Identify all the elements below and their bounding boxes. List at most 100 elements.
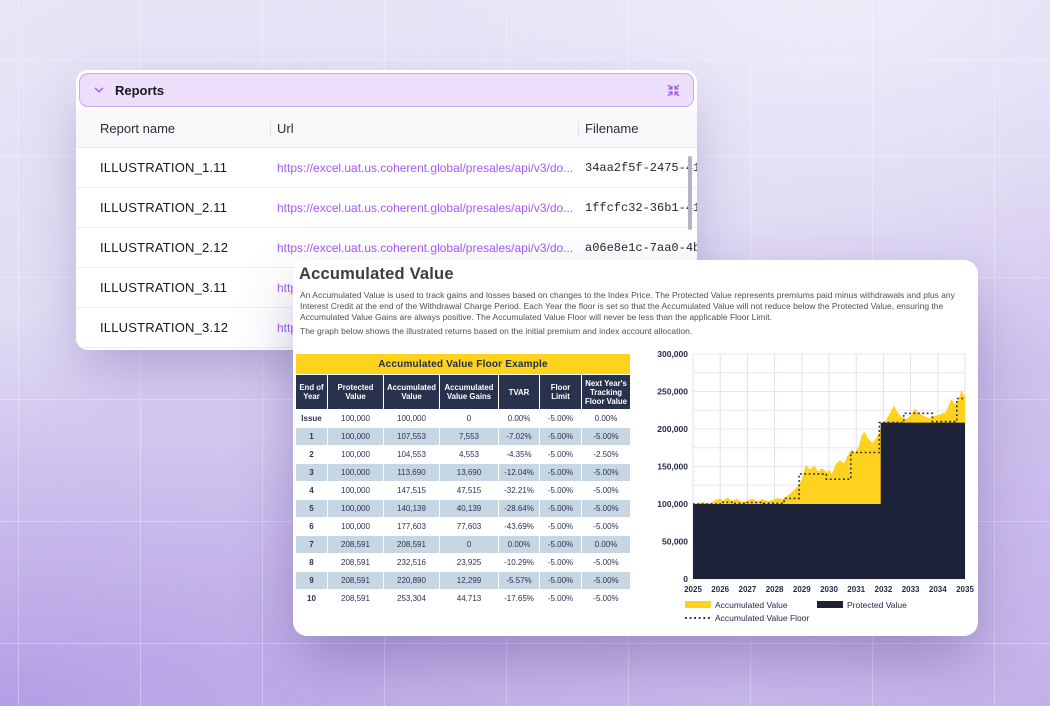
floor-table-header-cell: Accumulated Value Gains <box>440 375 498 409</box>
floor-table-cell: -5.00% <box>582 572 630 589</box>
report-name: ILLUSTRATION_1.11 <box>76 160 277 175</box>
floor-table-cell: 208,591 <box>328 554 383 571</box>
floor-table-cell: -5.00% <box>540 464 581 481</box>
floor-table-cell: 147,515 <box>384 482 439 499</box>
floor-table-cell: -5.00% <box>582 500 630 517</box>
report-name: ILLUSTRATION_3.12 <box>76 320 277 335</box>
floor-table-cell: 208,591 <box>384 536 439 553</box>
floor-table-cell: -5.00% <box>540 482 581 499</box>
column-divider <box>270 121 271 137</box>
floor-table-cell: 7,553 <box>440 428 498 445</box>
floor-table-cell: 100,000 <box>328 464 383 481</box>
floor-table-cell: -5.00% <box>582 518 630 535</box>
document-paragraph: An Accumulated Value is used to track ga… <box>300 290 968 323</box>
floor-table-cell: -5.00% <box>540 410 581 427</box>
floor-table-cell: 100,000 <box>328 428 383 445</box>
floor-table-cell: 0.00% <box>499 536 539 553</box>
floor-table-cell: 9 <box>296 572 327 589</box>
floor-table-cell: -7.02% <box>499 428 539 445</box>
table-row[interactable]: ILLUSTRATION_2.11https://excel.uat.us.co… <box>76 188 697 228</box>
svg-text:2025: 2025 <box>684 585 702 594</box>
floor-table-header-cell: Next Year's Tracking Floor Value <box>582 375 630 409</box>
accumulated-value-chart: 050,000100,000150,000200,000250,000300,0… <box>643 346 975 634</box>
report-filename: a06e8e1c-7aa0-4b3l <box>585 241 697 255</box>
floor-table-cell: -12.04% <box>499 464 539 481</box>
chevron-down-icon[interactable] <box>92 83 106 97</box>
floor-table-cell: -5.00% <box>582 554 630 571</box>
table-row[interactable]: ILLUSTRATION_1.11https://excel.uat.us.co… <box>76 148 697 188</box>
svg-text:2027: 2027 <box>739 585 757 594</box>
svg-text:100,000: 100,000 <box>657 499 688 509</box>
svg-text:300,000: 300,000 <box>657 349 688 359</box>
floor-table-cell: 0 <box>440 410 498 427</box>
floor-table-cell: -5.00% <box>540 518 581 535</box>
collapse-arrows-icon[interactable] <box>666 83 681 98</box>
floor-table-header-cell: Accumulated Value <box>384 375 439 409</box>
floor-table-cell: 104,553 <box>384 446 439 463</box>
svg-text:2033: 2033 <box>902 585 920 594</box>
svg-text:2030: 2030 <box>820 585 838 594</box>
floor-table-cell: -5.00% <box>540 446 581 463</box>
reports-panel-header[interactable]: Reports <box>79 73 694 107</box>
floor-table-cell: 177,603 <box>384 518 439 535</box>
floor-table-cell: 100,000 <box>328 410 383 427</box>
floor-table-cell: -43.69% <box>499 518 539 535</box>
floor-table-cell: -5.00% <box>540 428 581 445</box>
document-title: Accumulated Value <box>299 265 454 284</box>
floor-table-cell: 232,516 <box>384 554 439 571</box>
report-name: ILLUSTRATION_2.11 <box>76 200 277 215</box>
floor-table-cell: 4 <box>296 482 327 499</box>
floor-table-cell: 100,000 <box>328 482 383 499</box>
floor-table-cell: -5.57% <box>499 572 539 589</box>
floor-table-cell: 47,515 <box>440 482 498 499</box>
report-url-link[interactable]: https://excel.uat.us.coherent.global/pre… <box>277 241 585 255</box>
floor-table-cell: 100,000 <box>328 446 383 463</box>
floor-table-cell: -2.50% <box>582 446 630 463</box>
floor-table-cell: -17.65% <box>499 590 539 607</box>
floor-table-cell: 44,713 <box>440 590 498 607</box>
report-name: ILLUSTRATION_2.12 <box>76 240 277 255</box>
floor-table-cell: 12,299 <box>440 572 498 589</box>
report-url-link[interactable]: https://excel.uat.us.coherent.global/pre… <box>277 161 585 175</box>
floor-table-cell: -5.00% <box>540 500 581 517</box>
floor-table-cell: 4,553 <box>440 446 498 463</box>
floor-table-cell: 100,000 <box>384 410 439 427</box>
floor-table-cell: 1 <box>296 428 327 445</box>
floor-table-cell: -5.00% <box>540 590 581 607</box>
floor-table-cell: 6 <box>296 518 327 535</box>
floor-table-cell: -4.35% <box>499 446 539 463</box>
floor-table-cell: -5.00% <box>540 536 581 553</box>
floor-table-cell: -5.00% <box>582 428 630 445</box>
document-paragraph: The graph below shows the illustrated re… <box>300 326 968 337</box>
floor-table-cell: 220,890 <box>384 572 439 589</box>
svg-text:2026: 2026 <box>711 585 729 594</box>
floor-table-cell: -5.00% <box>582 482 630 499</box>
floor-table-cell: -5.00% <box>540 554 581 571</box>
column-header-report-name: Report name <box>76 121 277 136</box>
chart-legend: Accumulated ValueProtected ValueAccumula… <box>685 600 907 623</box>
svg-text:250,000: 250,000 <box>657 387 688 397</box>
floor-table-cell: -28.64% <box>499 500 539 517</box>
svg-text:200,000: 200,000 <box>657 424 688 434</box>
floor-table-cell: 40,139 <box>440 500 498 517</box>
svg-text:Protected Value: Protected Value <box>847 600 907 610</box>
chart-svg: 050,000100,000150,000200,000250,000300,0… <box>643 346 975 634</box>
reports-panel-title: Reports <box>115 83 164 98</box>
floor-table-cell: 208,591 <box>328 572 383 589</box>
floor-table-cell: 8 <box>296 554 327 571</box>
floor-table-title: Accumulated Value Floor Example <box>296 354 630 374</box>
report-url-link[interactable]: https://excel.uat.us.coherent.global/pre… <box>277 201 585 215</box>
floor-table-cell: 140,139 <box>384 500 439 517</box>
vertical-scrollbar[interactable] <box>688 156 692 230</box>
svg-text:0: 0 <box>683 574 688 584</box>
floor-table-cell: 7 <box>296 536 327 553</box>
floor-table-cell: -10.29% <box>499 554 539 571</box>
svg-text:2034: 2034 <box>929 585 947 594</box>
svg-text:Accumulated Value: Accumulated Value <box>715 600 788 610</box>
svg-text:2032: 2032 <box>875 585 893 594</box>
floor-table-cell: -5.00% <box>582 590 630 607</box>
floor-table-cell: -5.00% <box>582 464 630 481</box>
report-name: ILLUSTRATION_3.11 <box>76 280 277 295</box>
floor-table-cell: 0.00% <box>499 410 539 427</box>
floor-table-grid: End of YearProtected ValueAccumulated Va… <box>296 375 630 607</box>
